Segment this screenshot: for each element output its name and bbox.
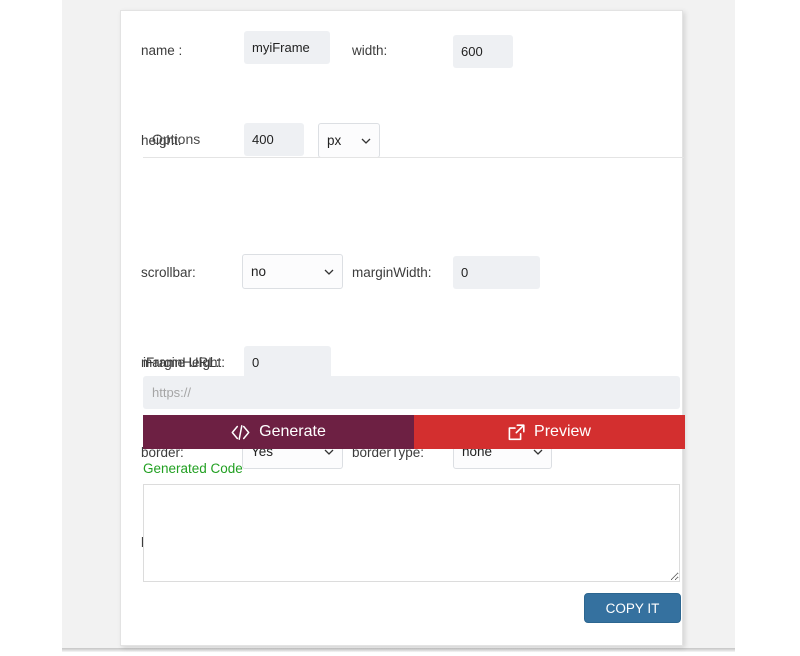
form-container: name : width: height: px Options [132,19,685,623]
preview-button-label: Preview [534,423,591,440]
width-label: width: [352,43,388,58]
iframe-url-label: iFrame URL: [143,355,220,370]
copy-it-button[interactable]: COPY IT [584,593,681,623]
external-link-icon [508,423,525,441]
row-margin-height: marginHeight: [132,154,671,379]
row-border-size: borderSize: 0px borderColor:# [132,244,671,559]
action-button-bar: Generate Preview [143,415,685,449]
code-icon [231,424,250,440]
name-input[interactable] [244,31,330,64]
generated-code-textarea[interactable] [143,484,680,582]
row-name-width: name : width: [132,19,671,68]
row-scrollbar: scrollbar: no marginWidth: [132,109,671,289]
generate-button-label: Generate [259,423,326,440]
iframe-generator-card: name : width: height: px Options [120,10,685,646]
page-shadow [62,648,735,652]
margin-height-input[interactable] [244,346,331,379]
generate-button[interactable]: Generate [143,415,414,449]
iframe-url-input[interactable] [143,376,680,409]
preview-button[interactable]: Preview [414,415,685,449]
name-label: name : [141,43,183,58]
generated-code-label: Generated Code [143,461,243,476]
row-border: border: Yes borderType: none [132,199,671,469]
row-height: height: px [132,64,671,158]
